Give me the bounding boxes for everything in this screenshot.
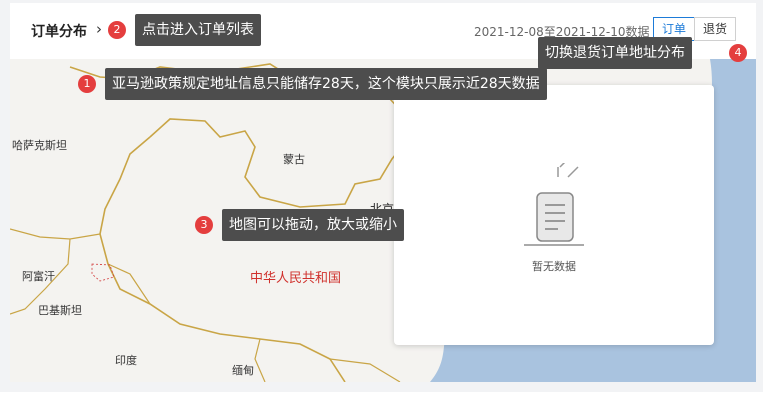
annotation-badge-1: 1 <box>78 75 96 93</box>
map-label-myanmar: 缅甸 <box>232 364 254 377</box>
map-label-china: 中华人民共和国 <box>250 271 342 286</box>
annotation-tooltip-3: 地图可以拖动，放大或缩小 <box>222 209 404 241</box>
annotation-tooltip-4: 切换退货订单地址分布 <box>538 37 692 69</box>
empty-data-panel: 暂无数据 <box>394 85 714 345</box>
map-label-mongolia: 蒙古 <box>283 153 305 166</box>
map-label-pakistan: 巴基斯坦 <box>38 304 82 317</box>
map-label-india: 印度 <box>115 354 137 367</box>
chevron-right-icon[interactable]: › <box>96 20 102 38</box>
empty-state-text: 暂无数据 <box>532 260 576 273</box>
next-card-edge <box>0 392 763 402</box>
annotation-badge-4: 4 <box>729 44 747 62</box>
empty-document-icon <box>524 163 584 246</box>
map-label-kazakhstan: 哈萨克斯坦 <box>12 139 67 152</box>
annotation-tooltip-2: 点击进入订单列表 <box>135 14 261 46</box>
map-label-afghanistan: 阿富汗 <box>22 270 55 283</box>
page-title[interactable]: 订单分布 <box>31 21 87 41</box>
annotation-badge-3: 3 <box>195 216 213 234</box>
annotation-tooltip-1: 亚马逊政策规定地址信息只能储存28天，这个模块只展示近28天数据 <box>105 68 547 100</box>
annotation-badge-2: 2 <box>108 21 126 39</box>
tab-returns[interactable]: 退货 <box>694 17 737 41</box>
